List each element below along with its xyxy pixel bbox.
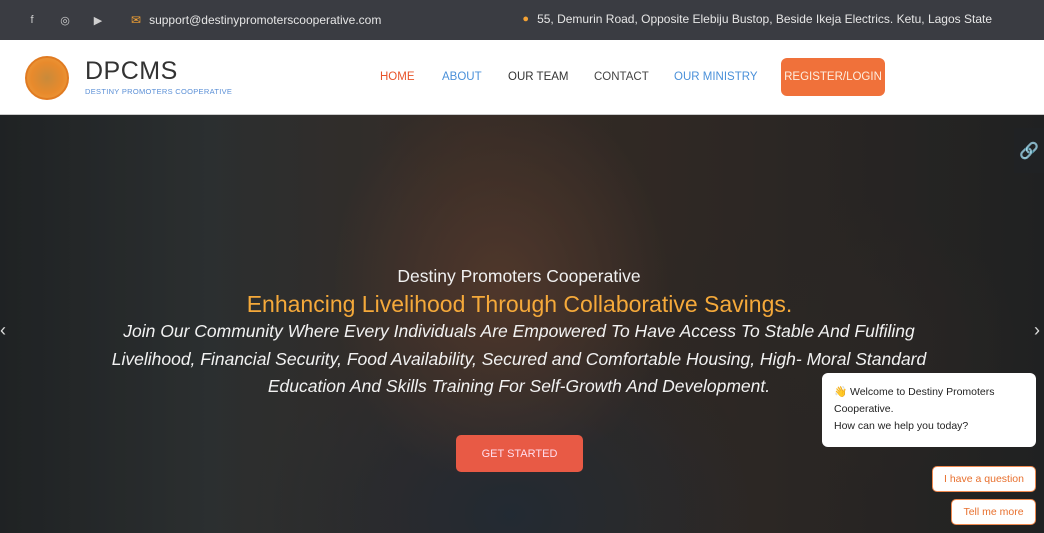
youtube-icon[interactable]: ▶ xyxy=(92,14,104,27)
top-bar: f ◎ ▶ ✉ support@destinypromoterscooperati… xyxy=(0,0,1044,40)
wave-icon: 👋 xyxy=(834,386,848,398)
address: ● 55, Demurin Road, Opposite Elebiju Bust… xyxy=(522,12,992,26)
email-text: support@destinypromoterscooperative.com xyxy=(149,13,382,27)
chat-welcome-bubble: 👋 Welcome to Destiny Promoters Cooperati… xyxy=(822,373,1036,447)
email-link[interactable]: ✉ support@destinypromoterscooperative.com xyxy=(131,13,381,27)
nav-about[interactable]: ABOUT xyxy=(442,71,482,83)
nav-home[interactable]: HOME xyxy=(380,71,415,83)
brand-tagline: DESTINY PROMOTERS COOPERATIVE xyxy=(85,87,233,96)
envelope-icon: ✉ xyxy=(131,13,142,27)
next-arrow-icon[interactable]: › xyxy=(1034,320,1040,341)
hero-headline: Enhancing Livelihood Through Collaborati… xyxy=(246,291,793,317)
prev-arrow-icon[interactable]: ‹ xyxy=(0,320,6,341)
facebook-icon[interactable]: f xyxy=(26,14,38,26)
brand[interactable]: DPCMS DESTINY PROMOTERS COOPERATIVE xyxy=(85,57,232,96)
hero-kicker: Destiny Promoters Cooperative xyxy=(0,266,1044,287)
link-icon[interactable]: 🔗 xyxy=(1014,128,1044,173)
logo[interactable] xyxy=(25,56,69,100)
nav-contact[interactable]: CONTACT xyxy=(594,71,649,83)
get-started-button[interactable]: GET STARTED xyxy=(456,435,583,472)
quick-reply-question[interactable]: I have a question xyxy=(932,466,1036,492)
chat-help-text: How can we help you today? xyxy=(834,420,969,432)
site-header: DPCMS DESTINY PROMOTERS COOPERATIVE HOME… xyxy=(0,40,1044,115)
address-text: 55, Demurin Road, Opposite Elebiju Busto… xyxy=(537,12,992,26)
quick-reply-tell-more[interactable]: Tell me more xyxy=(951,499,1036,525)
brand-name: DPCMS xyxy=(85,57,178,85)
hero-kicker-text: Destiny Promoters Cooperative xyxy=(397,266,641,286)
map-pin-icon: ● xyxy=(522,13,530,25)
chat-welcome-text: Welcome to Destiny Promoters Cooperative… xyxy=(834,386,995,415)
register-login-button[interactable]: REGISTER/LOGIN xyxy=(781,58,885,96)
instagram-icon[interactable]: ◎ xyxy=(59,14,71,27)
hero-slider: 🔗 ‹ › Destiny Promoters Cooperative Enha… xyxy=(0,115,1044,533)
nav-our-team[interactable]: OUR TEAM xyxy=(508,71,569,83)
nav-our-ministry[interactable]: OUR MINISTRY xyxy=(674,71,758,83)
